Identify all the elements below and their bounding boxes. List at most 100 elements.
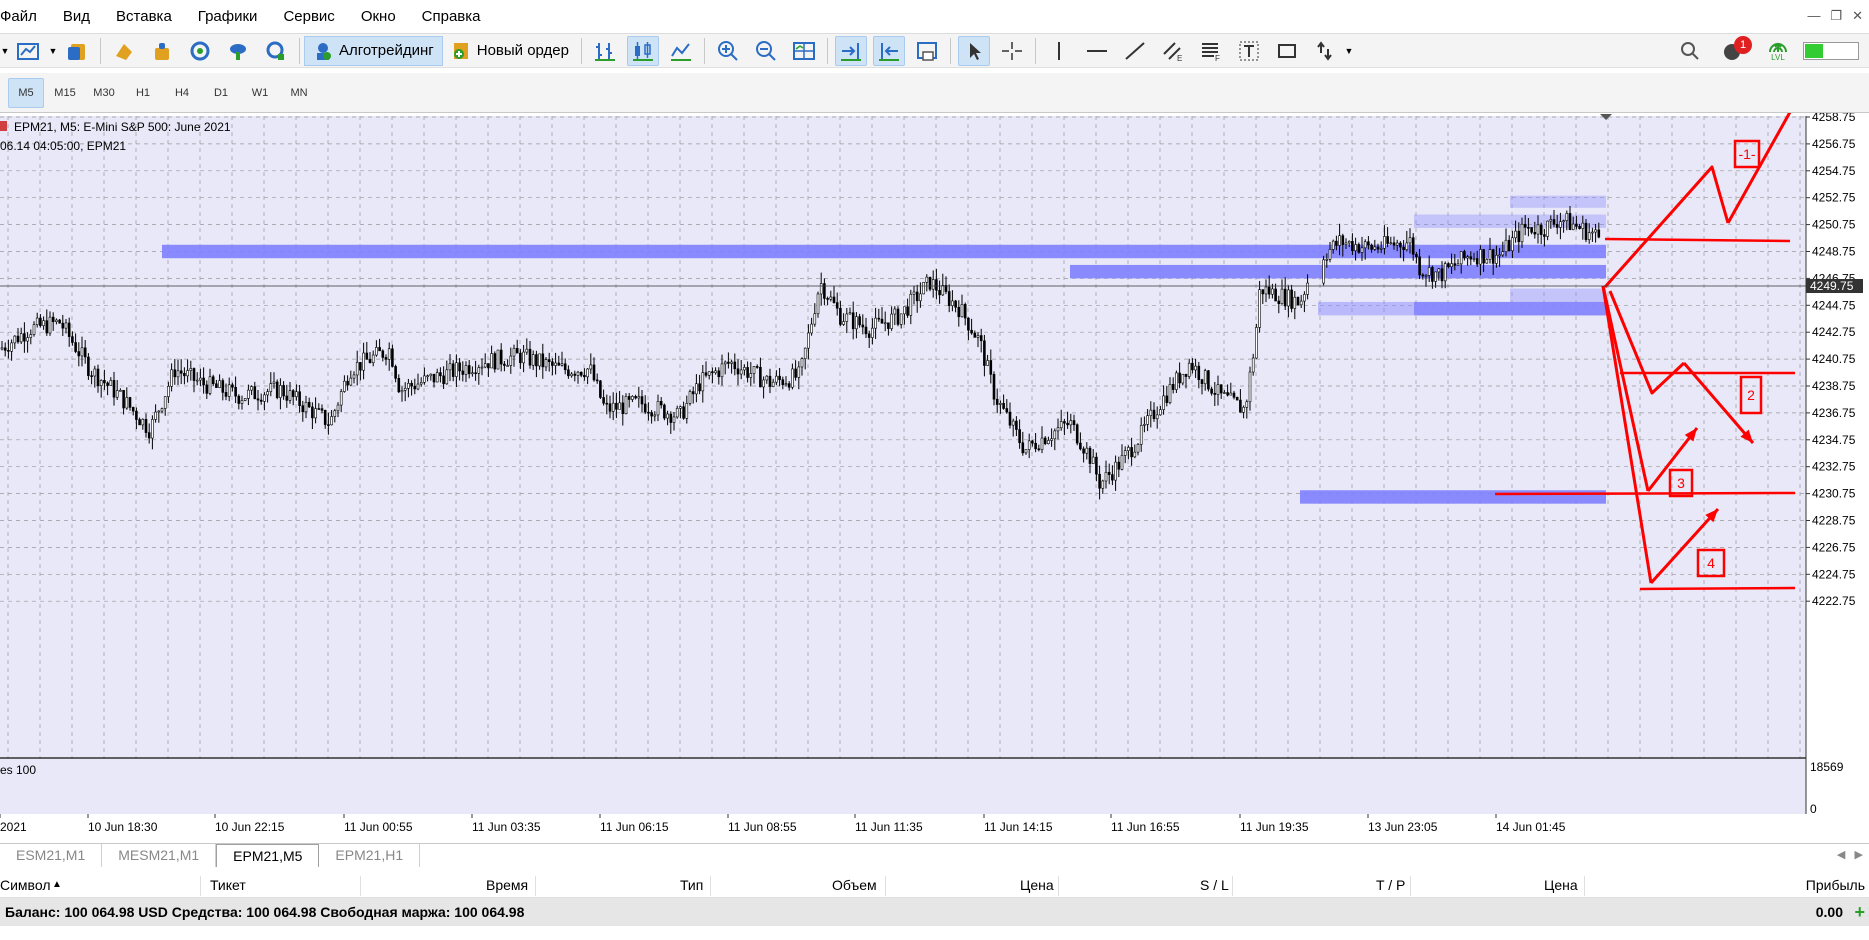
candle-body: [842, 321, 845, 325]
col-price[interactable]: Цена: [1020, 877, 1054, 893]
rectangle-tool-icon[interactable]: [1271, 36, 1303, 66]
crosshair-icon[interactable]: [996, 36, 1028, 66]
candle-body: [832, 296, 836, 303]
minimize-icon[interactable]: —: [1807, 8, 1820, 24]
col-symbol[interactable]: Символ: [0, 877, 50, 893]
dropdown-arrow-icon[interactable]: ▼: [0, 36, 10, 66]
signal-level-icon[interactable]: LVL: [1762, 36, 1794, 66]
col-tp[interactable]: T / P: [1376, 877, 1405, 893]
trend-line-icon[interactable]: [1119, 36, 1151, 66]
menu-help[interactable]: Справка: [409, 0, 494, 34]
sort-up-icon[interactable]: ▲: [52, 879, 62, 890]
candle-body: [890, 313, 893, 329]
restore-icon[interactable]: ❐: [1830, 8, 1842, 24]
fibonacci-icon[interactable]: F: [1195, 36, 1227, 66]
data-window-icon[interactable]: [146, 36, 178, 66]
tab-esm21-m1[interactable]: ESM21,M1: [0, 844, 103, 867]
menu-charts[interactable]: Графики: [185, 0, 271, 34]
price-chart[interactable]: -1- 2 3 4 4258.75 4256.75 4254.75 4252.75 4250.…: [0, 113, 1869, 843]
candle-body: [1069, 420, 1073, 426]
menu-insert[interactable]: Вставка: [103, 0, 185, 34]
zoom-in-icon[interactable]: [712, 36, 744, 66]
new-chart-icon[interactable]: [13, 36, 45, 66]
timeframe-h1[interactable]: H1: [125, 78, 161, 108]
timeframe-w1[interactable]: W1: [242, 78, 278, 108]
candle-body: [170, 369, 173, 387]
menu-window[interactable]: Окно: [348, 0, 409, 34]
line-chart-icon[interactable]: [665, 36, 697, 66]
timeframe-m5[interactable]: M5: [8, 77, 44, 108]
search-icon[interactable]: [1674, 36, 1706, 66]
candle-body: [119, 390, 122, 392]
tile-windows-icon[interactable]: [788, 36, 820, 66]
add-icon[interactable]: +: [1854, 902, 1865, 923]
timeframe-m15[interactable]: M15: [47, 78, 83, 108]
new-order-button[interactable]: Новый ордер: [443, 36, 577, 66]
auto-scroll-icon[interactable]: [834, 35, 867, 66]
tab-epm21-h1[interactable]: EPM21,H1: [319, 844, 421, 867]
menu-view[interactable]: Вид: [50, 0, 103, 34]
templates-icon[interactable]: [911, 36, 943, 66]
candle-body: [1479, 249, 1482, 265]
text-tool-icon[interactable]: [1233, 36, 1265, 66]
col-volume[interactable]: Объем: [832, 877, 877, 893]
candle-body: [1437, 268, 1441, 273]
col-time[interactable]: Время: [486, 877, 528, 893]
tab-epm21-m5[interactable]: EPM21,M5: [216, 844, 320, 867]
candle-body: [1328, 249, 1332, 260]
candle-body: [829, 296, 833, 300]
candle-body: [848, 312, 852, 315]
candle-body: [922, 282, 925, 295]
time-label: 11 Jun 03:35: [472, 820, 541, 834]
toolbar-separator: [580, 37, 582, 64]
timeframe-d1[interactable]: D1: [203, 78, 239, 108]
timeframe-h4[interactable]: H4: [164, 78, 200, 108]
close-icon[interactable]: ✕: [1852, 8, 1863, 24]
col-current-price[interactable]: Цена: [1544, 877, 1578, 893]
candle-body: [1280, 288, 1284, 304]
navigator-icon[interactable]: [184, 36, 216, 66]
tab-scroll-arrows[interactable]: ◀ ▶: [1837, 848, 1863, 861]
equidistant-channel-icon[interactable]: E: [1157, 36, 1189, 66]
zoom-out-icon[interactable]: [750, 36, 782, 66]
terminal-icon[interactable]: [222, 36, 254, 66]
col-sl[interactable]: S / L: [1200, 877, 1229, 893]
candle-body: [455, 362, 458, 377]
volume-zero-label: 0: [1810, 802, 1817, 816]
menu-tools[interactable]: Сервис: [270, 0, 347, 34]
tab-mesm21-m1[interactable]: MESM21,M1: [102, 844, 217, 867]
dropdown-arrow-icon[interactable]: ▼: [48, 36, 58, 66]
candle-body: [1226, 392, 1229, 396]
candle-body: [1501, 251, 1505, 256]
market-watch-icon[interactable]: [108, 36, 140, 66]
chart-shift-icon[interactable]: [872, 35, 905, 66]
strategy-tester-icon[interactable]: [260, 36, 292, 66]
menu-file[interactable]: Файл: [0, 0, 50, 34]
candle-body: [1136, 444, 1140, 453]
cursor-icon[interactable]: [957, 35, 990, 66]
candle-body: [1341, 235, 1345, 245]
notifications-icon[interactable]: 1: [1718, 36, 1752, 66]
timeframe-m30[interactable]: M30: [86, 78, 122, 108]
candle-body: [51, 316, 55, 322]
arrows-tool-icon[interactable]: [1309, 36, 1341, 66]
col-ticket[interactable]: Тикет: [210, 877, 246, 893]
col-type[interactable]: Тип: [680, 877, 703, 893]
candle-body: [538, 353, 541, 367]
candle-body: [1469, 256, 1473, 260]
profiles-icon[interactable]: [61, 36, 93, 66]
candlestick-chart-icon[interactable]: [626, 35, 659, 66]
algotrading-button[interactable]: Алготрейдинг: [304, 35, 443, 66]
price-label: 4234.75: [1812, 433, 1856, 447]
candle-body: [749, 373, 753, 378]
horizontal-line-icon[interactable]: [1081, 36, 1113, 66]
candle-body: [1587, 232, 1591, 240]
dropdown-arrow-icon[interactable]: ▼: [1344, 36, 1354, 66]
col-profit[interactable]: Прибыль: [1806, 877, 1865, 893]
vertical-line-icon[interactable]: [1043, 36, 1075, 66]
bar-chart-icon[interactable]: [589, 36, 621, 66]
symbol-indicator-icon: [0, 121, 7, 131]
candle-body: [387, 348, 391, 360]
candle-body: [471, 372, 474, 375]
timeframe-mn[interactable]: MN: [281, 78, 317, 108]
